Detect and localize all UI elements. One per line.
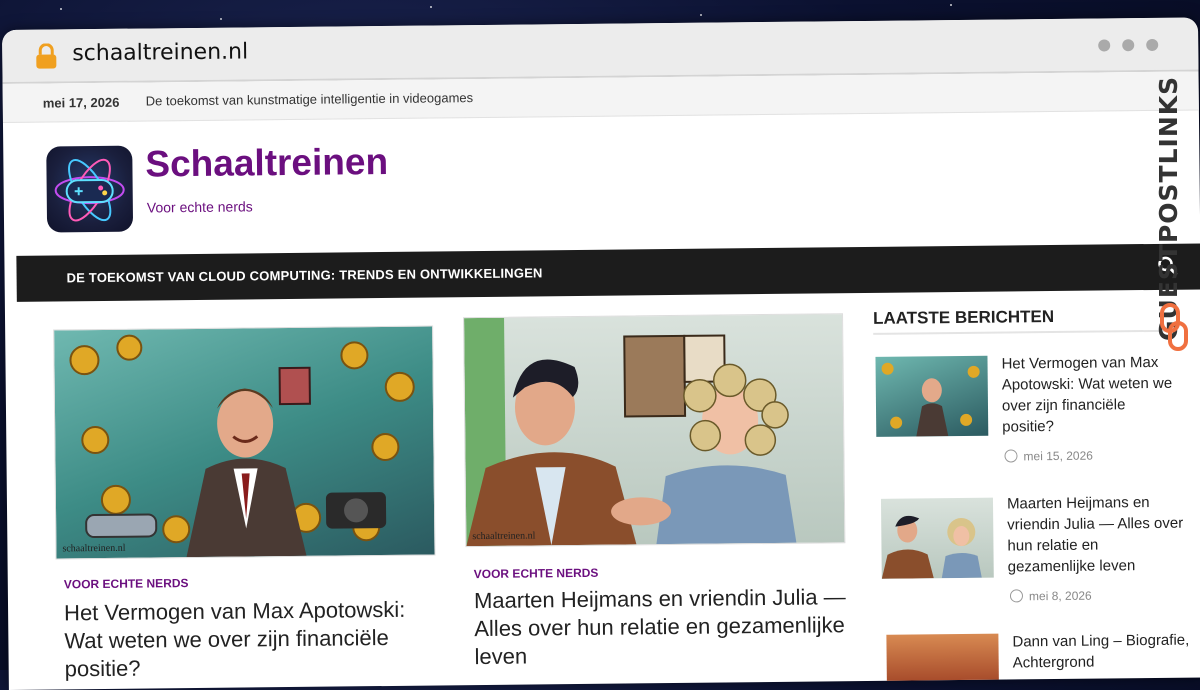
link-icon: [1160, 303, 1188, 351]
nav-item[interactable]: DE TOEKOMST VAN CLOUD COMPUTING: TRENDS …: [67, 265, 543, 285]
ticker-link[interactable]: De toekomst van kunstmatige intelligenti…: [146, 90, 473, 108]
gamepad-icon: [54, 158, 125, 222]
post-category[interactable]: VOOR ECHTE NERDS: [474, 566, 599, 581]
current-date: mei 17, 2026: [42, 94, 120, 111]
site-header: Schaaltreinen Voor echte nerds: [3, 110, 1200, 259]
window-dot[interactable]: [1122, 39, 1135, 52]
post-title[interactable]: Het Vermogen van Max Apotowski: Wat wete…: [64, 596, 435, 684]
sidebar-item-title[interactable]: Het Vermogen van Max Apotowski: Wat wete…: [1001, 352, 1180, 438]
image-watermark: schaaltreinen.nl: [472, 530, 536, 543]
sidebar-thumbnail[interactable]: [886, 633, 1000, 690]
money-thumbnail: [881, 362, 980, 437]
sidebar-item-title[interactable]: Dann van Ling – Biografie, Achtergrond: [1012, 630, 1190, 674]
post-category[interactable]: VOOR ECHTE NERDS: [64, 576, 189, 591]
couple-thumbnail: [881, 515, 982, 579]
image-watermark: schaaltreinen.nl: [62, 542, 126, 555]
address-bar[interactable]: schaaltreinen.nl: [72, 39, 248, 66]
brand-text: GUESTPOSTLINKS: [1154, 75, 1183, 341]
sidebar-thumbnail[interactable]: [880, 497, 994, 579]
window-dot[interactable]: [1146, 38, 1159, 52]
post-image[interactable]: schaaltreinen.nl: [53, 325, 436, 560]
site-logo[interactable]: [46, 145, 134, 233]
sidebar-heading: LAATSTE BERICHTEN: [872, 306, 1055, 328]
post-title[interactable]: Maarten Heijmans en vriendin Julia — All…: [474, 583, 847, 671]
browser-window: schaaltreinen.nl mei 17, 2026 De toekoms…: [2, 17, 1200, 690]
sidebar-item-title[interactable]: Maarten Heijmans en vriendin Julia — All…: [1007, 492, 1186, 578]
sidebar-item-date: mei 8, 2026: [1009, 589, 1092, 604]
couple-illustration: [464, 317, 797, 547]
sidebar-divider: [873, 329, 1174, 335]
window-dot[interactable]: [1098, 39, 1111, 52]
clock-icon: [1009, 589, 1024, 603]
window-controls: [1086, 36, 1159, 56]
site-title[interactable]: Schaaltreinen: [145, 141, 388, 186]
lock-icon: [36, 43, 57, 69]
sidebar-item-date: mei 15, 2026: [1004, 449, 1093, 464]
post-image[interactable]: schaaltreinen.nl: [463, 313, 846, 548]
site-tagline: Voor echte nerds: [146, 198, 253, 216]
sidebar-thumbnail[interactable]: [875, 355, 989, 437]
money-illustration: [69, 334, 415, 558]
clock-icon: [1004, 449, 1018, 463]
